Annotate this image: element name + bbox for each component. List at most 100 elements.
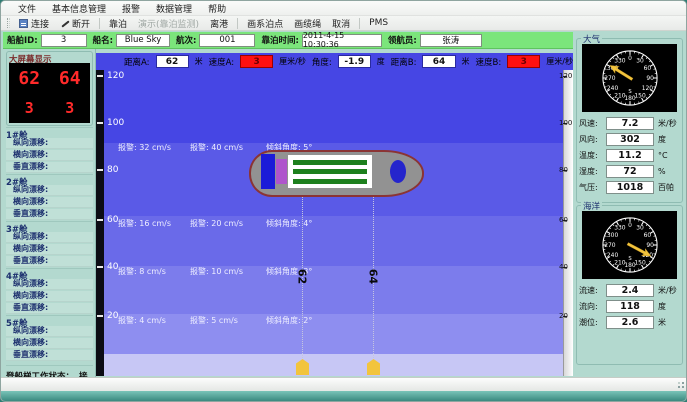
axis-tick-label-left: 80 [107,165,118,175]
info-value-4[interactable]: 张涛 [420,34,482,47]
drift-item: 纵向漂移: [6,185,93,196]
toolbar-button-5[interactable]: 离港 [205,16,233,31]
annotation-text: 报警: 8 cm/s [118,266,190,277]
measure-unit-2: 度 [377,56,385,67]
atmosphere-value-4: 1018 [606,181,654,194]
axis-tick-label-left: 20 [107,311,118,321]
svg-text:150: 150 [634,259,646,266]
ship-superstructure-blue [261,154,275,189]
status-bar [1,377,687,391]
big-screen-display-title: 大屏幕显示 [9,53,90,63]
drift-item: 纵向漂移: [6,232,93,243]
drift-item: 垂直漂移: [6,256,93,267]
axis-tick [97,122,103,124]
toolbar-button-1[interactable]: 断开 [55,16,95,31]
info-value-2[interactable]: 001 [199,34,255,47]
svg-text:0: 0 [628,222,632,229]
hold-groups: 1#舱纵向漂移:横向漂移:垂直漂移:2#舱纵向漂移:横向漂移:垂直漂移:3#舱纵… [6,127,93,361]
measure-value-0: 62 [156,55,189,68]
svg-text:330: 330 [614,58,626,65]
annotation-text: 报警: 20 cm/s [190,218,266,229]
atmosphere-unit-2: °C [654,151,668,160]
toolbar-button-label: 离港 [210,17,228,30]
drift-item: 横向漂移: [6,197,93,208]
toolbar-separator [359,18,360,29]
axis-tick [97,315,103,317]
measure-value-3: 64 [422,55,455,68]
atmosphere-value-2: 11.2 [606,149,654,162]
atmosphere-label-4: 气压: [579,182,606,193]
toolbar-button-4[interactable]: 演示(靠泊监测) [133,16,204,31]
ocean-value-1: 118 [606,300,654,313]
info-value-3[interactable]: 2011-4-15 10:30:36 [302,34,382,47]
svg-text:180: 180 [624,95,636,102]
svg-text:240: 240 [606,252,618,259]
info-label-4: 领航员: [388,34,417,46]
ocean-unit-2: 米 [654,317,666,328]
drift-item: 垂直漂移: [6,303,93,314]
toolbar-button-9[interactable]: 取消 [327,16,355,31]
toolbar-grip [7,18,10,28]
annotation-text: 报警: 10 cm/s [190,266,266,277]
ocean-label-2: 潮位: [579,317,606,328]
toolbar: 连接断开靠泊演示(靠泊监测) 离港 画系泊点画缆绳取消 PMS [1,16,686,31]
ocean-fields: 流速:2.4米/秒流向:118度潮位:2.6米 [577,282,682,330]
svg-text:330: 330 [614,225,626,232]
drift-item: 横向漂移: [6,150,93,161]
left-panel: 大屏幕显示 626433 1#舱纵向漂移:横向漂移:垂直漂移:2#舱纵向漂移:横… [3,49,96,377]
toolbar-button-label: 连接 [31,17,49,30]
axis-tick-label-right: 20 [559,312,573,320]
hold-group-5: 5#舱纵向漂移:横向漂移:垂直漂移: [6,315,93,361]
axis-tick [97,266,103,268]
ocean-unit-0: 米/秒 [654,285,677,296]
menu-item-0[interactable]: 文件 [11,1,43,16]
menu-item-2[interactable]: 报警 [115,1,147,16]
hold-group-3: 3#舱纵向漂移:横向漂移:垂直漂移: [6,221,93,267]
menu-item-1[interactable]: 基本信息管理 [45,1,113,16]
svg-text:60: 60 [643,232,651,239]
app-window: 文件基本信息管理报警数据管理帮助 连接断开靠泊演示(靠泊监测) 离港 画系泊点画缆绳… [0,0,687,402]
connect-icon [19,19,28,28]
svg-text:150: 150 [634,92,646,99]
toolbar-button-11[interactable]: PMS [364,17,393,29]
measure-label-0: 距离A: [124,56,150,68]
toolbar-button-label: 画系泊点 [247,17,283,30]
toolbar-button-0[interactable]: 连接 [14,16,54,31]
annotation-text: 报警: 5 cm/s [190,315,266,326]
measure-value-1: 3 [240,55,273,68]
axis-tick-label-right: 60 [559,216,573,224]
ship-info-bar: 船舶ID:3船名:Blue Sky航次:001靠泊时间:2011-4-15 10… [3,32,573,49]
svg-text:300: 300 [606,232,618,239]
svg-text:180: 180 [624,262,636,269]
menu-item-4[interactable]: 帮助 [201,1,233,16]
atmosphere-unit-0: 米/秒 [654,118,677,129]
annotation-text: 报警: 32 cm/s [118,142,190,153]
hold-group-title: 2#舱 [6,174,93,185]
annotation-text: 倾斜角度: 4° [266,218,312,229]
resize-grip[interactable] [682,386,684,388]
info-label-2: 航次: [176,34,196,46]
atmosphere-label-3: 湿度: [579,166,606,177]
ship-diagram [249,150,424,197]
atmosphere-unit-1: 度 [654,134,666,145]
atmosphere-unit-4: 百帕 [654,182,674,193]
toolbar-button-3[interactable]: 靠泊 [104,16,132,31]
drift-item: 纵向漂移: [6,279,93,290]
ocean-unit-1: 度 [654,301,666,312]
ship-superstructure-purple [276,159,287,184]
display-value-0-1: 64 [59,68,81,89]
drift-item: 垂直漂移: [6,209,93,220]
info-value-1[interactable]: Blue Sky [116,34,170,47]
zone-annotation-3: 报警: 4 cm/s报警: 5 cm/s倾斜角度: 2° [118,315,312,326]
toolbar-button-8[interactable]: 画缆绳 [289,16,326,31]
measure-label-4: 速度B: [476,56,502,68]
menu-item-3[interactable]: 数据管理 [149,1,199,16]
toolbar-separator [99,18,100,29]
atmosphere-label-0: 风速: [579,118,606,129]
info-value-0[interactable]: 3 [41,34,87,47]
svg-text:270: 270 [604,242,616,249]
sensor-marker-0 [296,359,309,375]
toolbar-button-7[interactable]: 画系泊点 [242,16,288,31]
measure-unit-4: 厘米/秒 [546,56,573,67]
ocean-row-1: 流向:118度 [577,298,682,314]
